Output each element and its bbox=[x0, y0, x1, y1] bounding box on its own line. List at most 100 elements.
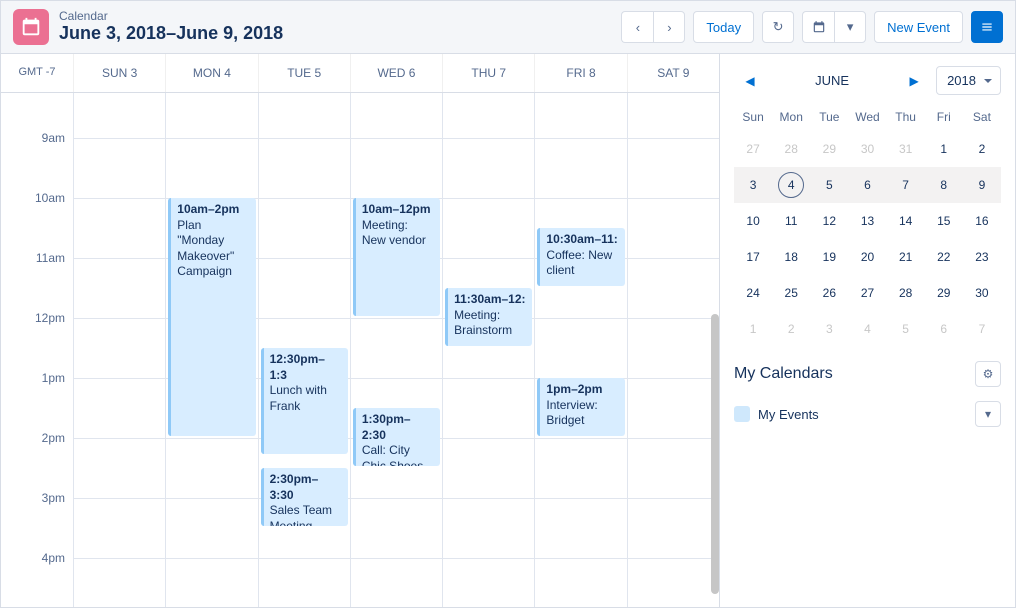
event-title: Sales Team Meeting bbox=[270, 503, 342, 526]
year-label: 2018 bbox=[947, 73, 976, 88]
mini-day-cell[interactable]: 18 bbox=[772, 239, 810, 275]
mini-day-cell[interactable]: 5 bbox=[810, 167, 848, 203]
mini-calendar: SunMonTueWedThuFriSat2728293031123456789… bbox=[734, 103, 1001, 347]
calendar-event[interactable]: 2:30pm–3:30Sales Team Meeting bbox=[261, 468, 348, 526]
mini-day-cell[interactable]: 4 bbox=[848, 311, 886, 347]
time-label: 2pm bbox=[42, 431, 65, 445]
calendar-event[interactable]: 10am–12pmMeeting: New vendor bbox=[353, 198, 440, 316]
mini-day-cell[interactable]: 2 bbox=[963, 131, 1001, 167]
mini-day-cell[interactable]: 17 bbox=[734, 239, 772, 275]
scrollbar-thumb[interactable] bbox=[711, 314, 719, 594]
app-label: Calendar bbox=[59, 9, 621, 23]
event-title: Coffee: New client bbox=[546, 248, 618, 279]
time-label: 9am bbox=[42, 131, 65, 145]
day-column[interactable]: 10am–12pmMeeting: New vendor 1:30pm–2:30C… bbox=[350, 93, 442, 607]
time-label: 11am bbox=[36, 251, 65, 265]
calendar-event[interactable]: 12:30pm–1:3Lunch with Frank bbox=[261, 348, 348, 454]
gear-icon: ⚙ bbox=[983, 367, 994, 381]
event-title: Lunch with Frank bbox=[270, 383, 342, 414]
mini-day-cell[interactable]: 8 bbox=[925, 167, 963, 203]
calendar-item-menu-button[interactable]: ▾ bbox=[975, 401, 1001, 427]
calendar-event[interactable]: 10am–2pmPlan "Monday Makeover" Campaign bbox=[168, 198, 255, 436]
mini-day-cell[interactable]: 6 bbox=[848, 167, 886, 203]
event-time: 11:30am–12: bbox=[454, 292, 526, 308]
mini-day-cell[interactable]: 3 bbox=[810, 311, 848, 347]
day-column[interactable]: 12:30pm–1:3Lunch with Frank 2:30pm–3:30Sa… bbox=[258, 93, 350, 607]
mini-day-cell[interactable]: 2 bbox=[772, 311, 810, 347]
mini-day-cell[interactable]: 10 bbox=[734, 203, 772, 239]
day-header[interactable]: SUN 3 bbox=[73, 54, 165, 92]
day-header-row: GMT -7 SUN 3MON 4TUE 5WED 6THU 7FRI 8SAT… bbox=[1, 54, 719, 93]
mini-day-cell[interactable]: 24 bbox=[734, 275, 772, 311]
mini-day-cell[interactable]: 23 bbox=[963, 239, 1001, 275]
day-header[interactable]: SAT 9 bbox=[627, 54, 719, 92]
next-button[interactable]: › bbox=[653, 11, 685, 43]
mini-day-cell[interactable]: 7 bbox=[963, 311, 1001, 347]
day-column[interactable]: 11:30am–12:Meeting: Brainstorm bbox=[442, 93, 534, 607]
mini-day-cell[interactable]: 11 bbox=[772, 203, 810, 239]
grid-scroll[interactable]: 9am10am11am12pm1pm2pm3pm4pm 10am–2pmPlan… bbox=[1, 93, 719, 607]
triangle-left-icon: ◀ bbox=[745, 74, 754, 88]
calendar-list-item[interactable]: My Events▾ bbox=[734, 397, 1001, 431]
mini-day-cell[interactable]: 14 bbox=[887, 203, 925, 239]
mini-day-cell[interactable]: 15 bbox=[925, 203, 963, 239]
day-header[interactable]: WED 6 bbox=[350, 54, 442, 92]
mini-day-cell[interactable]: 22 bbox=[925, 239, 963, 275]
mini-day-cell[interactable]: 19 bbox=[810, 239, 848, 275]
mini-day-cell[interactable]: 29 bbox=[810, 131, 848, 167]
mini-day-cell[interactable]: 3 bbox=[734, 167, 772, 203]
view-picker-caret[interactable]: ▾ bbox=[834, 11, 866, 43]
event-title: Plan "Monday Makeover" Campaign bbox=[177, 218, 249, 280]
calendar-event[interactable]: 1:30pm–2:30Call: City Chic Shoes bbox=[353, 408, 440, 466]
mini-day-cell[interactable]: 31 bbox=[887, 131, 925, 167]
year-select[interactable]: 2018 bbox=[936, 66, 1001, 95]
mini-day-cell[interactable]: 6 bbox=[925, 311, 963, 347]
mini-day-cell[interactable]: 28 bbox=[772, 131, 810, 167]
mini-day-cell[interactable]: 29 bbox=[925, 275, 963, 311]
triangle-right-icon: ▶ bbox=[909, 74, 918, 88]
calendar-event[interactable]: 10:30am–11:Coffee: New client bbox=[537, 228, 624, 286]
mini-day-cell[interactable]: 26 bbox=[810, 275, 848, 311]
calendar-list: My Events▾ bbox=[734, 397, 1001, 431]
day-column[interactable]: 10am–2pmPlan "Monday Makeover" Campaign bbox=[165, 93, 257, 607]
mini-next-button[interactable]: ▶ bbox=[904, 71, 924, 91]
day-column[interactable]: 10:30am–11:Coffee: New client 1pm–2pmInte… bbox=[534, 93, 626, 607]
list-icon bbox=[980, 20, 994, 34]
mini-day-cell[interactable]: 21 bbox=[887, 239, 925, 275]
day-header[interactable]: FRI 8 bbox=[534, 54, 626, 92]
view-picker-button[interactable] bbox=[802, 11, 834, 43]
mini-day-cell[interactable]: 4 bbox=[772, 167, 810, 203]
time-label: 12pm bbox=[35, 311, 65, 325]
mini-day-cell[interactable]: 1 bbox=[925, 131, 963, 167]
mini-prev-button[interactable]: ◀ bbox=[740, 71, 760, 91]
calendar-event[interactable]: 11:30am–12:Meeting: Brainstorm bbox=[445, 288, 532, 346]
mini-day-cell[interactable]: 7 bbox=[887, 167, 925, 203]
mini-day-cell[interactable]: 30 bbox=[848, 131, 886, 167]
mini-day-cell[interactable]: 27 bbox=[848, 275, 886, 311]
mini-day-cell[interactable]: 12 bbox=[810, 203, 848, 239]
side-panel-toggle[interactable] bbox=[971, 11, 1003, 43]
calendar-event[interactable]: 1pm–2pmInterview: Bridget bbox=[537, 378, 624, 436]
calendar-app-icon bbox=[13, 9, 49, 45]
new-event-button[interactable]: New Event bbox=[874, 11, 963, 43]
mini-day-cell[interactable]: 27 bbox=[734, 131, 772, 167]
today-button[interactable]: Today bbox=[693, 11, 754, 43]
mini-day-cell[interactable]: 5 bbox=[887, 311, 925, 347]
day-column[interactable] bbox=[73, 93, 165, 607]
mini-day-cell[interactable]: 28 bbox=[887, 275, 925, 311]
mini-day-cell[interactable]: 25 bbox=[772, 275, 810, 311]
mini-day-cell[interactable]: 20 bbox=[848, 239, 886, 275]
mini-day-cell[interactable]: 30 bbox=[963, 275, 1001, 311]
prev-button[interactable]: ‹ bbox=[621, 11, 653, 43]
mini-day-cell[interactable]: 9 bbox=[963, 167, 1001, 203]
day-header[interactable]: MON 4 bbox=[165, 54, 257, 92]
day-header[interactable]: THU 7 bbox=[442, 54, 534, 92]
mini-day-cell[interactable]: 16 bbox=[963, 203, 1001, 239]
refresh-button[interactable]: ↻ bbox=[762, 11, 794, 43]
day-header[interactable]: TUE 5 bbox=[258, 54, 350, 92]
day-column[interactable] bbox=[627, 93, 719, 607]
mini-day-cell[interactable]: 13 bbox=[848, 203, 886, 239]
mini-day-cell[interactable]: 1 bbox=[734, 311, 772, 347]
event-time: 2:30pm–3:30 bbox=[270, 472, 342, 503]
calendars-settings-button[interactable]: ⚙ bbox=[975, 361, 1001, 387]
